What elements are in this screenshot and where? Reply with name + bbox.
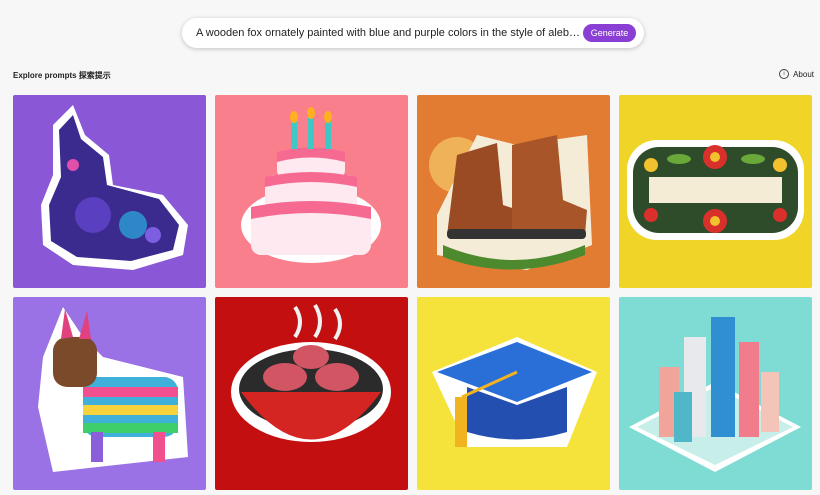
about-label: About: [793, 69, 814, 79]
tile-graduation-cap[interactable]: [417, 297, 610, 490]
grill-sticker-image: [215, 297, 408, 490]
boots-sticker-image: [417, 95, 610, 288]
explore-prompts-heading: Explore prompts 探索提示: [13, 71, 111, 80]
tile-hiking-boots[interactable]: [417, 95, 610, 288]
tile-isometric-city[interactable]: [619, 297, 812, 490]
prompt-bar[interactable]: A wooden fox ornately painted with blue …: [182, 18, 644, 48]
prompt-input[interactable]: A wooden fox ornately painted with blue …: [196, 27, 583, 39]
tile-birthday-cake[interactable]: [215, 95, 408, 288]
tile-alebrije-fox[interactable]: [13, 95, 206, 288]
generate-button[interactable]: Generate: [583, 24, 636, 42]
floral-banner-sticker-image: [619, 95, 812, 288]
tile-pinata-donkey[interactable]: [13, 297, 206, 490]
fox-sticker-image: [13, 95, 206, 288]
tile-floral-banner[interactable]: [619, 95, 812, 288]
city-sticker-image: [619, 297, 812, 490]
tile-bbq-grill[interactable]: [215, 297, 408, 490]
about-link[interactable]: i About: [779, 69, 814, 79]
cake-sticker-image: [215, 95, 408, 288]
pinata-sticker-image: [13, 297, 206, 490]
graduation-cap-sticker-image: [417, 297, 610, 490]
info-icon: i: [779, 69, 790, 79]
